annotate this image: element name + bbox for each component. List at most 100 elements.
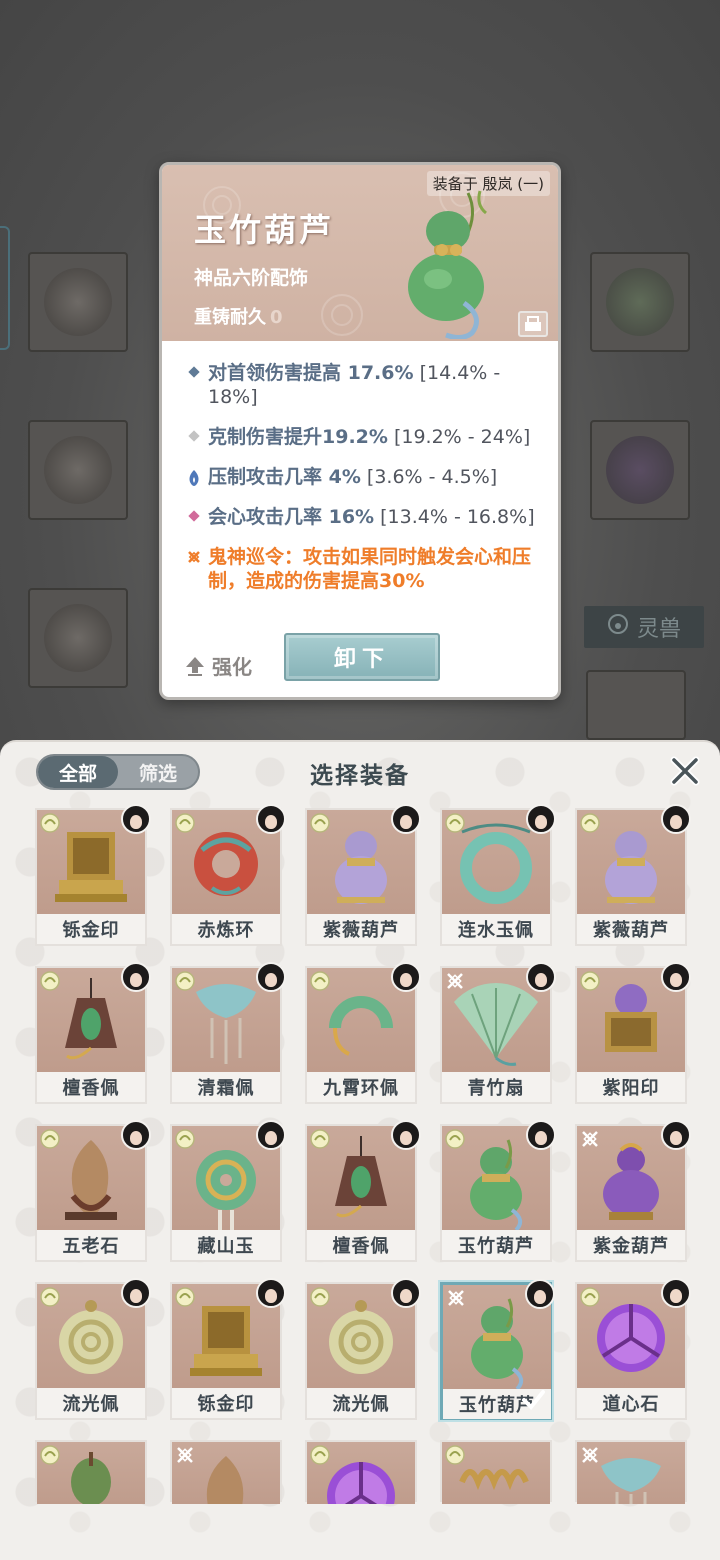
flame-blue-icon [180, 465, 208, 487]
bg-equip-slot [28, 252, 128, 352]
equipment-card[interactable]: 玉竹葫芦 [440, 1279, 555, 1420]
diamond-blue-icon [180, 361, 208, 379]
equipment-card-partial[interactable] [575, 1440, 687, 1504]
special-sigil-icon [447, 973, 463, 989]
lock-button[interactable] [518, 311, 548, 337]
special-sigil-icon [582, 1447, 598, 1463]
tier-badge-icon [445, 1445, 465, 1465]
equipment-card[interactable]: 紫薇葫芦 [575, 804, 691, 946]
stat-range: [13.4% - 16.8%] [374, 506, 535, 528]
stat-row: 克制伤害提升19.2% [19.2% - 24%] [180, 425, 550, 449]
equipment-name: 铄金印 [37, 914, 145, 944]
equipment-card[interactable]: 九霄环佩 [305, 962, 421, 1104]
tier-badge-icon [580, 1287, 600, 1307]
side-tab-edge [0, 226, 10, 350]
tier-badge-icon [310, 971, 330, 991]
tier-badge-icon [445, 1129, 465, 1149]
equipment-card[interactable]: 五老石 [35, 1120, 151, 1262]
equipment-card[interactable]: 流光佩 [305, 1278, 421, 1420]
diamond-pink-icon [180, 505, 208, 523]
owner-avatar [661, 804, 691, 834]
equipment-card[interactable]: 紫薇葫芦 [305, 804, 421, 946]
equipment-name: 紫薇葫芦 [307, 914, 415, 944]
special-sigil-icon [582, 1131, 598, 1147]
diamond-grey-icon [180, 425, 208, 443]
owner-avatar [661, 962, 691, 992]
equipment-name: 铄金印 [172, 1388, 280, 1418]
tier-badge-icon [40, 971, 60, 991]
stat-text: 压制攻击几率 4% [208, 466, 361, 488]
equipment-card[interactable]: 檀香佩 [35, 962, 151, 1104]
enhance-button[interactable]: 强化 [184, 651, 252, 680]
equipment-name: 赤炼环 [172, 914, 280, 944]
equipment-name: 紫阳印 [577, 1072, 685, 1102]
equipment-name: 紫金葫芦 [577, 1230, 685, 1260]
tier-badge-icon [40, 1287, 60, 1307]
stat-text: 会心攻击几率 16% [208, 506, 375, 528]
equipment-card[interactable]: 道心石 [575, 1278, 691, 1420]
equipment-card[interactable]: 赤炼环 [170, 804, 286, 946]
equipment-name: 玉竹葫芦 [442, 1230, 550, 1260]
equipment-name: 清霜佩 [172, 1072, 280, 1102]
stat-row: 会心攻击几率 16% [13.4% - 16.8%] [180, 505, 550, 529]
equipment-art [577, 1442, 685, 1504]
equipment-card[interactable]: 连水玉佩 [440, 804, 556, 946]
equipment-card[interactable]: 紫阳印 [575, 962, 691, 1104]
equipment-name: 道心石 [577, 1388, 685, 1418]
equipment-art [172, 1442, 280, 1504]
special-sigil-icon [180, 545, 208, 565]
equipment-card[interactable]: 流光佩 [35, 1278, 151, 1420]
equipment-card-partial[interactable] [170, 1440, 282, 1504]
equipment-card[interactable]: 清霜佩 [170, 962, 286, 1104]
bg-pet-tab: 灵兽 [584, 606, 704, 648]
owner-avatar [256, 962, 286, 992]
special-effect-row: 鬼神巡令：攻击如果同时触发会心和压制，造成的伤害提高30% [180, 545, 550, 593]
bg-pet-tab-label: 灵兽 [636, 617, 681, 642]
equipment-card[interactable]: 藏山玉 [170, 1120, 286, 1262]
equipment-name: 檀香佩 [307, 1230, 415, 1260]
equipment-name: 紫薇葫芦 [577, 914, 685, 944]
close-icon [670, 756, 700, 786]
owner-avatar [526, 804, 556, 834]
item-detail-footer: 强化 卸下 [162, 633, 558, 697]
special-sigil-icon [448, 1290, 464, 1306]
tier-badge-icon [310, 1445, 330, 1465]
tier-badge-icon [580, 813, 600, 833]
owner-avatar [121, 962, 151, 992]
durability-label: 重铸耐久 [194, 307, 266, 328]
tier-badge-icon [580, 971, 600, 991]
equipment-card-partial[interactable] [35, 1440, 147, 1504]
owner-avatar [256, 1278, 286, 1308]
owner-avatar [256, 804, 286, 834]
equipment-card[interactable]: 檀香佩 [305, 1120, 421, 1262]
unequip-button[interactable]: 卸下 [284, 633, 440, 681]
owner-avatar [121, 1278, 151, 1308]
owner-avatar [526, 962, 556, 992]
stat-range: [19.2% - 24%] [387, 426, 531, 448]
enhance-label: 强化 [212, 655, 252, 679]
bg-equip-slot [28, 420, 128, 520]
tier-badge-icon [175, 971, 195, 991]
equipment-card[interactable]: 紫金葫芦 [575, 1120, 691, 1262]
bg-equip-slot [590, 420, 690, 520]
equipment-card-partial[interactable] [305, 1440, 417, 1504]
stat-text: 对首领伤害提高 17.6% [208, 362, 414, 384]
close-button[interactable] [668, 754, 702, 788]
equipment-card[interactable]: 铄金印 [170, 1278, 286, 1420]
stat-text: 克制伤害提升19.2% [208, 426, 388, 448]
select-equipment-panel: 全部 筛选 选择装备 铄金印 赤炼环 紫薇葫芦 连水玉佩 紫薇葫芦 檀香佩 清霜佩 九霄环佩青… [0, 740, 720, 1560]
bg-equip-slot [586, 670, 686, 740]
stat-row: 压制攻击几率 4% [3.6% - 4.5%] [180, 465, 550, 489]
tier-badge-icon [40, 813, 60, 833]
equipment-card[interactable]: 青竹扇 [440, 962, 556, 1104]
equipment-name: 藏山玉 [172, 1230, 280, 1260]
equipment-name: 檀香佩 [37, 1072, 145, 1102]
jade-gourd-icon [408, 190, 487, 339]
equipment-art [37, 1442, 145, 1504]
equipment-card[interactable]: 玉竹葫芦 [440, 1120, 556, 1262]
item-name: 玉竹葫芦 [194, 211, 335, 249]
owner-avatar [661, 1278, 691, 1308]
equipment-card-partial[interactable] [440, 1440, 552, 1504]
equipment-card[interactable]: 铄金印 [35, 804, 151, 946]
bg-equip-slot [28, 588, 128, 688]
